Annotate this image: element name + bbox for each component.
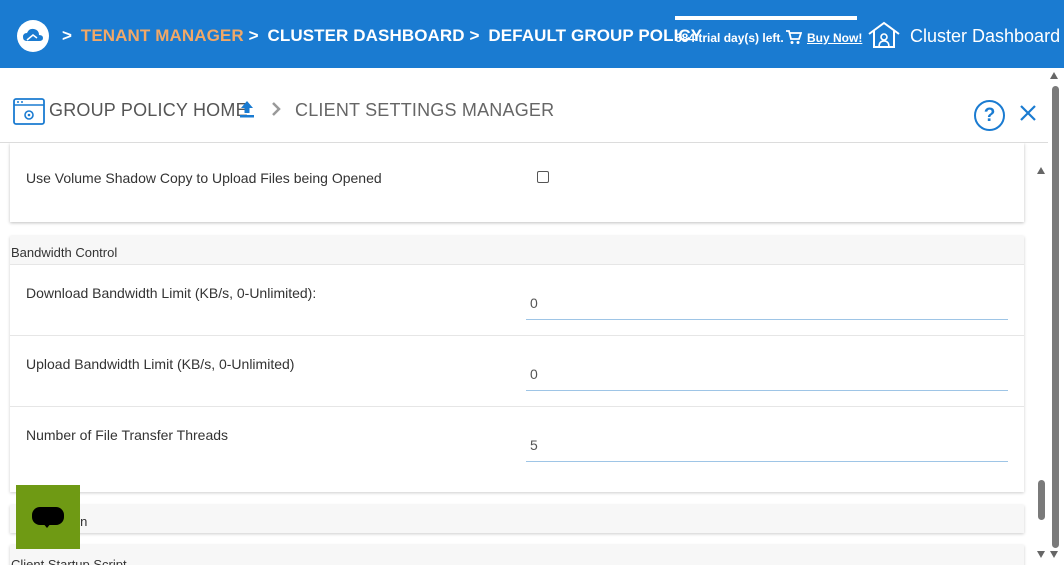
login-section[interactable]: gin [10,505,1024,533]
transfer-threads-row: Number of File Transfer Threads [10,406,1024,492]
upload-bandwidth-input[interactable] [526,358,1008,391]
page-header: GROUP POLICY HOME CLIENT SETTINGS MANAGE… [0,68,1048,143]
chevron-right-icon [272,102,281,116]
breadcrumb-cluster-dashboard[interactable]: CLUSTER DASHBOARD [267,26,464,45]
volume-shadow-label: Use Volume Shadow Copy to Upload Files b… [26,170,382,186]
scroll-down-arrow[interactable] [1050,551,1058,558]
section-title: Client Startup Script [11,557,127,565]
download-bandwidth-label: Download Bandwidth Limit (KB/s, 0-Unlimi… [26,285,317,301]
scrollbar-thumb[interactable] [1052,86,1059,548]
app-title: Cluster Dashboard [910,26,1061,46]
inner-scrollbar-thumb[interactable] [1038,480,1045,520]
breadcrumb-separator: > [248,26,259,45]
transfer-threads-label: Number of File Transfer Threads [26,427,229,443]
home-icon[interactable] [867,21,901,49]
breadcrumb-separator: > [469,26,480,45]
inner-scroll-down-arrow[interactable] [1037,551,1045,558]
breadcrumb-default-group-policy: DEFAULT GROUP POLICY [488,26,703,45]
trial-days-text: 684 trial day(s) left. [675,31,784,45]
buy-now-link[interactable]: Buy Now! [807,31,862,45]
cart-icon[interactable] [786,30,802,45]
download-bandwidth-input[interactable] [526,287,1008,320]
volume-shadow-card: Use Volume Shadow Copy to Upload Files b… [10,143,1024,222]
inner-scroll-up-arrow[interactable] [1037,167,1045,174]
bandwidth-control-section: Bandwidth Control Download Bandwidth Lim… [10,236,1024,492]
upload-bandwidth-label: Upload Bandwidth Limit (KB/s, 0-Unlimite… [26,356,295,372]
close-icon[interactable] [1019,104,1037,122]
transfer-threads-input[interactable] [526,429,1008,462]
page-title: CLIENT SETTINGS MANAGER [295,100,555,120]
group-policy-home-link[interactable]: GROUP POLICY HOME [49,100,248,121]
breadcrumb: > TENANT MANAGER > CLUSTER DASHBOARD > D… [62,26,702,46]
breadcrumb-separator: > [62,26,73,45]
scroll-up-arrow[interactable] [1050,72,1058,79]
upload-icon[interactable] [238,100,256,118]
chat-button[interactable] [16,485,80,549]
settings-content: Use Volume Shadow Copy to Upload Files b… [0,143,1034,565]
volume-shadow-checkbox[interactable] [537,171,549,183]
download-bandwidth-row: Download Bandwidth Limit (KB/s, 0-Unlimi… [10,264,1024,335]
upload-bandwidth-row: Upload Bandwidth Limit (KB/s, 0-Unlimite… [10,335,1024,406]
breadcrumb-tenant-manager[interactable]: TENANT MANAGER [81,26,244,45]
group-policy-icon [13,98,45,125]
cloud-logo-icon[interactable] [17,20,49,52]
section-title: Bandwidth Control [11,245,118,260]
help-icon[interactable]: ? [974,100,1005,131]
trial-progress-bar [675,16,857,20]
top-bar: > TENANT MANAGER > CLUSTER DASHBOARD > D… [0,0,1064,68]
chat-icon-tail [42,522,52,528]
client-startup-script-section[interactable]: Client Startup Script [10,545,1024,565]
